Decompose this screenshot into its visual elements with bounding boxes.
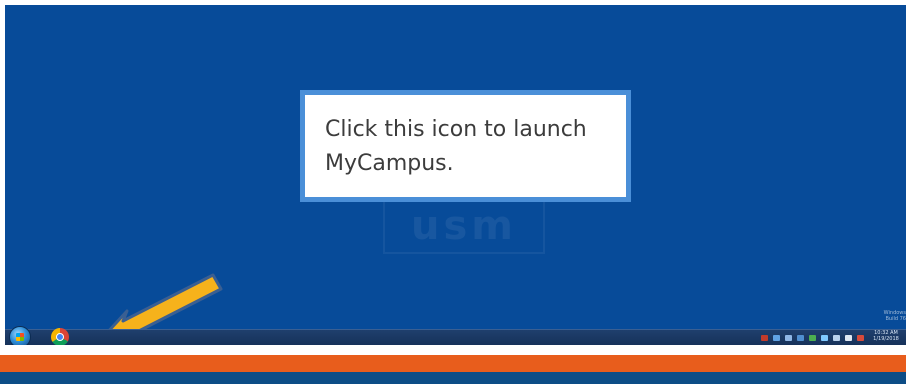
windows-notice: Windows Build 76 <box>870 310 906 322</box>
clock-date: 1/19/2018 <box>873 336 899 342</box>
footer-orange-band <box>0 355 906 372</box>
tray-app-icon[interactable] <box>797 335 804 341</box>
callout-line-1: Click this icon to launch <box>325 117 587 142</box>
tray-security-icon[interactable] <box>761 335 768 341</box>
system-tray <box>761 333 864 343</box>
footer-blue-band <box>0 372 906 384</box>
tray-network-icon[interactable] <box>773 335 780 341</box>
tray-battery-icon[interactable] <box>809 335 816 341</box>
tray-volume-icon[interactable] <box>845 335 852 341</box>
taskbar: 10:32 AM 1/19/2018 <box>5 326 906 345</box>
windows-start-icon[interactable] <box>9 326 31 345</box>
tray-chat-icon[interactable] <box>821 335 828 341</box>
desktop-screenshot: usm Click this icon to launch MyCampus. … <box>5 5 906 345</box>
tray-flag-icon[interactable] <box>857 335 864 341</box>
callout-line-2: MyCampus. <box>325 151 454 176</box>
instruction-callout: Click this icon to launch MyCampus. <box>300 90 631 202</box>
tray-display-icon[interactable] <box>785 335 792 341</box>
taskbar-clock[interactable]: 10:32 AM 1/19/2018 <box>868 330 904 342</box>
tray-signal-icon[interactable] <box>833 335 840 341</box>
slide: usm Click this icon to launch MyCampus. … <box>0 0 906 384</box>
usm-watermark-logo: usm <box>383 200 545 254</box>
notice-line-2: Build 76 <box>885 316 906 322</box>
chrome-icon[interactable] <box>51 328 69 345</box>
